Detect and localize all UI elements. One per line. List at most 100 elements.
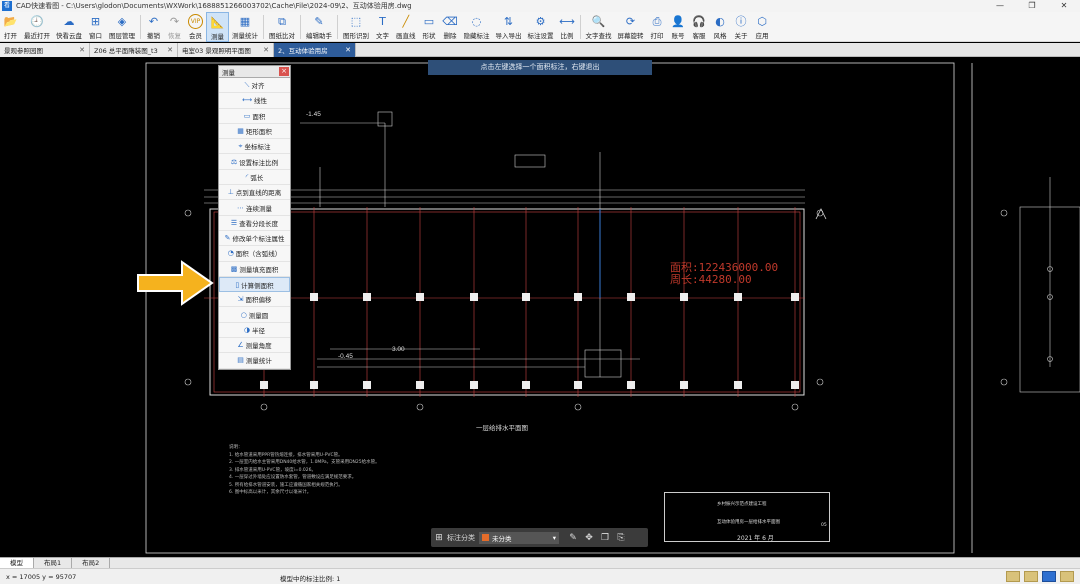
circle-icon: ○ bbox=[240, 310, 247, 319]
ortho-icon[interactable] bbox=[1024, 571, 1038, 582]
move-icon[interactable]: ✥ bbox=[581, 533, 597, 543]
measure-button[interactable]: 📐 测量 bbox=[206, 12, 229, 42]
close-tab-icon[interactable]: ✕ bbox=[167, 46, 173, 54]
measure-item[interactable]: ◑ 半径 bbox=[219, 323, 290, 339]
offset-icon: ⇲ bbox=[237, 295, 244, 304]
support-button[interactable]: 🎧 客服 bbox=[689, 12, 710, 42]
draw-line-button[interactable]: ╱ 画直线 bbox=[393, 12, 419, 42]
edit-assistant-button[interactable]: ✎ 编辑助手 bbox=[303, 12, 335, 42]
measure-item[interactable]: ⚖ 设置标注比例 bbox=[219, 154, 290, 170]
measure-item[interactable]: ⊥ 点到直线的距离 bbox=[219, 185, 290, 201]
account-button[interactable]: 👤 账号 bbox=[668, 12, 689, 42]
arc-area-icon: ◔ bbox=[227, 249, 234, 258]
print-button[interactable]: ⎙ 打印 bbox=[647, 12, 668, 42]
main-toolbar: 📂 打开 🕘 最近打开 ☁ 快看云盘 ⊞ 窗口 ◈ 图层管理 ↶ 撤销 ↷ 恢复 VIP 会员 … bbox=[0, 12, 1080, 42]
shape-button[interactable]: ▭ 形状 bbox=[419, 12, 440, 42]
grid-icon[interactable]: ⊞ bbox=[431, 533, 447, 543]
title-bar: 看 CAD快速看图 - C:\Users\glodon\Documents\WX… bbox=[0, 0, 1080, 12]
fill-area-icon: ▩ bbox=[230, 264, 238, 273]
toolbar-divider bbox=[140, 15, 141, 39]
measure-item[interactable]: ▦ 矩形面积 bbox=[219, 124, 290, 140]
close-tab-icon[interactable]: ✕ bbox=[345, 46, 351, 54]
measure-item[interactable]: ◜ 弧长 bbox=[219, 170, 290, 186]
measure-item[interactable]: ✎ 修改单个标注属性 bbox=[219, 231, 290, 247]
rotate-screen-button[interactable]: ⟳ 屏幕旋转 bbox=[615, 12, 647, 42]
category-select[interactable]: 未分类 ▾ bbox=[479, 531, 559, 544]
text-button[interactable]: T 文字 bbox=[372, 12, 393, 42]
style-button[interactable]: ◐ 风格 bbox=[710, 12, 731, 42]
window-button[interactable]: ⊞ 窗口 bbox=[85, 12, 106, 42]
cube-icon: ⬡ bbox=[757, 15, 767, 28]
tab-document[interactable]: 景观参照园图 ✕ bbox=[0, 43, 90, 57]
undo-icon: ↶ bbox=[148, 15, 159, 28]
measure-item[interactable]: ⋯ 连续测量 bbox=[219, 200, 290, 216]
close-tab-icon[interactable]: ✕ bbox=[79, 46, 85, 54]
cursor-coordinates: x = 17005 y = 95707 bbox=[6, 573, 77, 581]
measure-item[interactable]: ⟍ 对齐 bbox=[219, 78, 290, 94]
measure-item[interactable]: ▩ 测量填充面积 bbox=[219, 262, 290, 277]
arc-icon: ◜ bbox=[245, 172, 249, 181]
area-icon: ▭ bbox=[243, 111, 251, 120]
ruler-icon: 📐 bbox=[210, 16, 225, 29]
folder-icon: 📂 bbox=[3, 15, 18, 28]
measure-item[interactable]: ⟷ 线性 bbox=[219, 93, 290, 109]
measure-item[interactable]: ▤ 测量统计 bbox=[219, 353, 290, 369]
area-annotation[interactable]: 面积:122436000.00 周长:44280.00 bbox=[670, 262, 778, 286]
undo-button[interactable]: ↶ 撤销 bbox=[143, 12, 164, 42]
open-button[interactable]: 📂 打开 bbox=[0, 12, 21, 42]
toolbar-divider bbox=[300, 15, 301, 39]
close-tab-icon[interactable]: ✕ bbox=[263, 46, 269, 54]
snap-icon[interactable] bbox=[1006, 571, 1020, 582]
status-icons bbox=[1002, 571, 1074, 582]
redo-button[interactable]: ↷ 恢复 bbox=[164, 12, 185, 42]
text-search-button[interactable]: 🔍 文字查找 bbox=[583, 12, 615, 42]
document-tabs: 景观参照园图 ✕ Z06 总平面隋装图_t3 ✕ 电室03 景观照明平面图 ✕ 2、互… bbox=[0, 43, 1080, 57]
measure-item[interactable]: ⇲ 面积偏移 bbox=[219, 292, 290, 308]
recognize-icon: ⬚ bbox=[350, 15, 362, 28]
measure-item[interactable]: ☰ 查看分段长度 bbox=[219, 216, 290, 231]
minimize-button[interactable]: — bbox=[984, 0, 1016, 12]
edit-icon[interactable]: ✎ bbox=[565, 533, 581, 543]
hide-annotation-button[interactable]: ◌ 隐藏标注 bbox=[461, 12, 493, 42]
tab-document-active[interactable]: 2、互动体验用房 ✕ bbox=[274, 43, 356, 57]
close-window-button[interactable]: ✕ bbox=[1048, 0, 1080, 12]
recent-button[interactable]: 🕘 最近打开 bbox=[21, 12, 53, 42]
restore-button[interactable]: ❐ bbox=[1016, 0, 1048, 12]
vip-button[interactable]: VIP 会员 bbox=[185, 12, 206, 42]
title-block: 乡村振兴示范点建设工程 互动体验用房一层给排水平面图 2021 年 6 月 05 bbox=[664, 492, 830, 542]
perpendicular-icon: ⊥ bbox=[227, 188, 234, 197]
apps-button[interactable]: ⬡ 应用 bbox=[752, 12, 773, 42]
import-export-button[interactable]: ⇅ 导入导出 bbox=[493, 12, 525, 42]
settings-icon[interactable] bbox=[1060, 571, 1074, 582]
status-bar: x = 17005 y = 95707 模型中的标注比例: 1 bbox=[0, 568, 1080, 584]
display-mode-icon[interactable] bbox=[1042, 571, 1056, 582]
measure-item[interactable]: ▭ 面积 bbox=[219, 109, 290, 124]
annotation-settings-button[interactable]: ⚙ 标注设置 bbox=[525, 12, 557, 42]
paste-icon[interactable]: ⎘ bbox=[613, 533, 629, 543]
stats-icon: ▦ bbox=[239, 15, 251, 28]
measure-item[interactable]: ○ 测量圆 bbox=[219, 307, 290, 323]
scale-icon: ⟷ bbox=[559, 15, 575, 28]
delete-button[interactable]: ⌫ 删除 bbox=[440, 12, 461, 42]
measure-item[interactable]: ∠ 测量角度 bbox=[219, 338, 290, 354]
about-button[interactable]: ⓘ 关于 bbox=[731, 12, 752, 42]
measure-stats-button[interactable]: ▦ 测量统计 bbox=[229, 12, 261, 42]
measure-panel-header: 测量 × bbox=[219, 66, 290, 78]
close-icon[interactable]: × bbox=[279, 67, 289, 76]
scale-button[interactable]: ⟷ 比例 bbox=[557, 12, 578, 42]
measure-item[interactable]: ◔ 面积（含弧线） bbox=[219, 246, 290, 262]
window-icon: ⊞ bbox=[90, 15, 101, 28]
shape-recognition-button[interactable]: ⬚ 图形识别 bbox=[340, 12, 372, 42]
angle-icon: ∠ bbox=[237, 341, 244, 350]
copy-icon[interactable]: ❐ bbox=[597, 533, 613, 543]
tab-document[interactable]: 电室03 景观照明平面图 ✕ bbox=[178, 43, 274, 57]
measure-item[interactable]: ⌖ 坐标标注 bbox=[219, 139, 290, 155]
eye-off-icon: ◌ bbox=[471, 15, 482, 28]
redo-icon: ↷ bbox=[169, 15, 180, 28]
cloud-drive-button[interactable]: ☁ 快看云盘 bbox=[53, 12, 85, 42]
measure-item-selected[interactable]: ▯ 计算侧面积 bbox=[219, 276, 290, 293]
tab-document[interactable]: Z06 总平面隋装图_t3 ✕ bbox=[90, 43, 178, 57]
window-controls: — ❐ ✕ bbox=[984, 0, 1080, 12]
compare-button[interactable]: ⧉ 图纸比对 bbox=[266, 12, 298, 42]
layer-manager-button[interactable]: ◈ 图层管理 bbox=[106, 12, 138, 42]
